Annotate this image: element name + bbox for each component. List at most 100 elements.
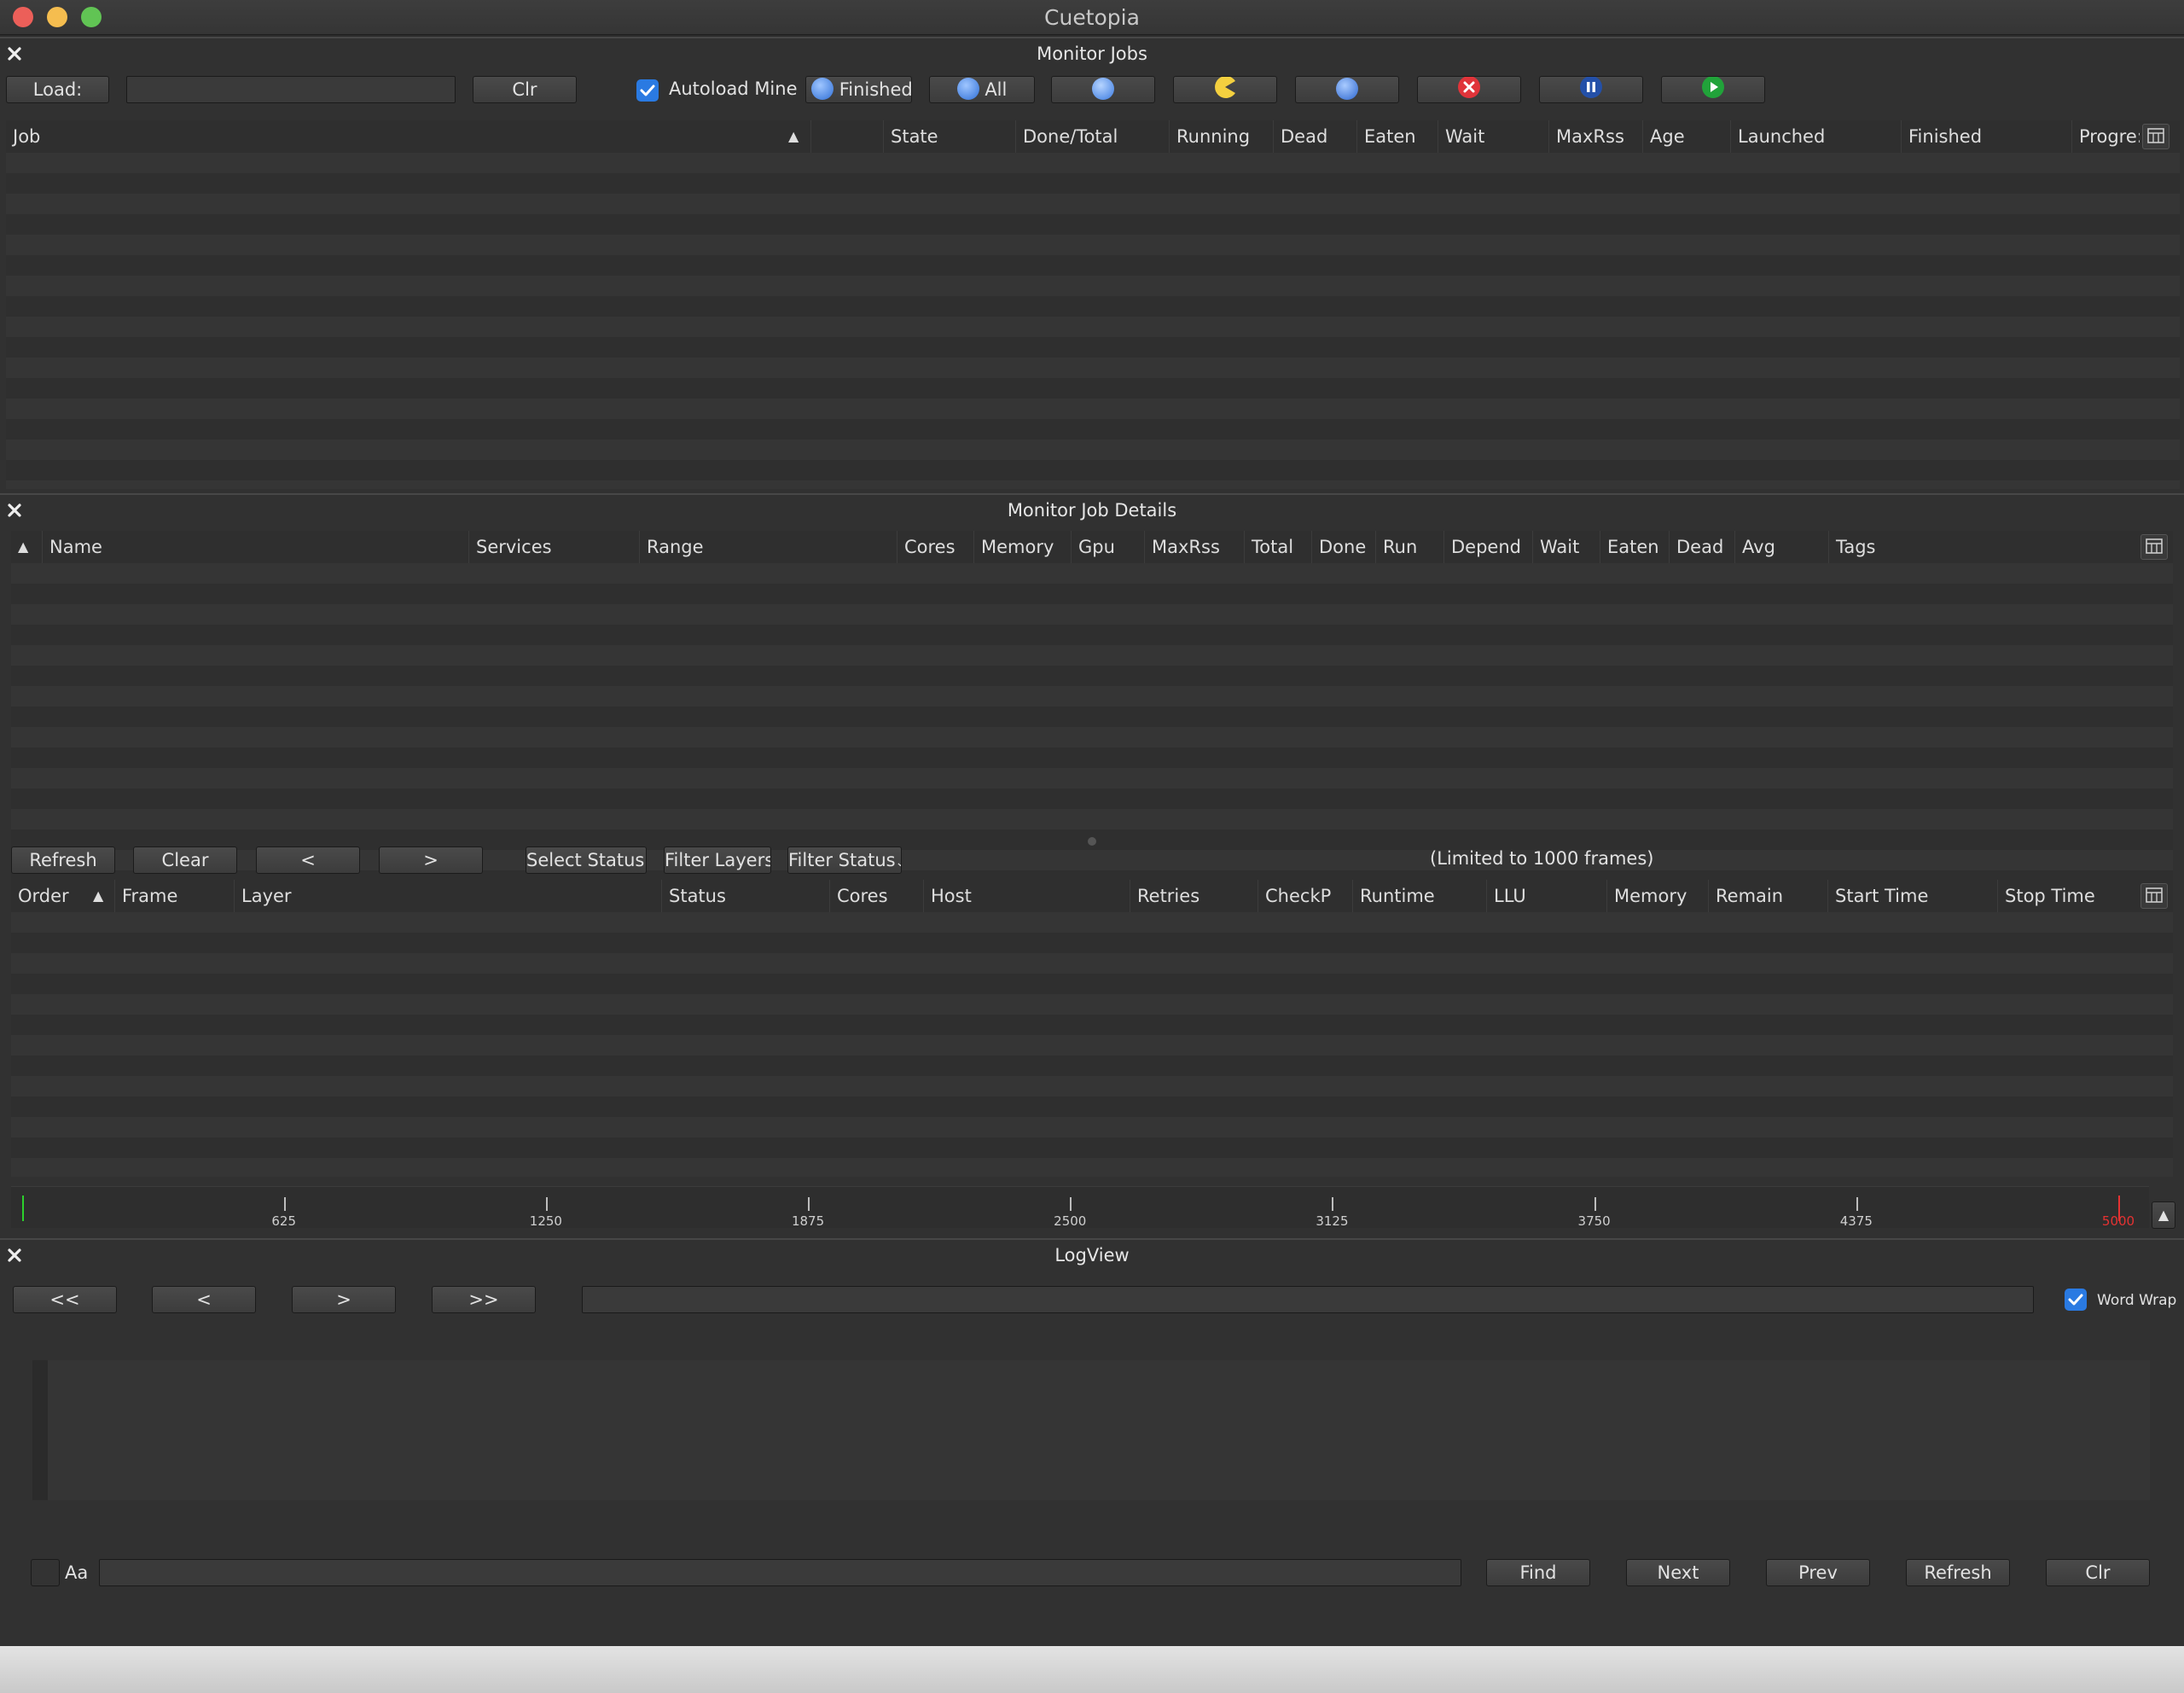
column-done-total[interactable]: Done/Total (1015, 120, 1169, 153)
timeline-tick (808, 1197, 810, 1211)
column-wait[interactable]: Wait (1438, 120, 1548, 153)
find-next-button[interactable]: Next (1626, 1559, 1730, 1586)
column-chooser-button[interactable] (2140, 534, 2168, 560)
column-host[interactable]: Host (923, 880, 1130, 912)
column-checkp[interactable]: CheckP (1258, 880, 1352, 912)
timeline-expand-button[interactable]: ▲ (2152, 1201, 2175, 1229)
column-remain[interactable]: Remain (1708, 880, 1827, 912)
word-wrap-label: Word Wrap (2097, 1292, 2177, 1309)
log-text-area[interactable] (32, 1360, 2150, 1500)
unmonitor-button[interactable] (1051, 76, 1155, 103)
autoload-mine-checkbox[interactable] (636, 79, 659, 102)
log-clear-button[interactable]: Clr (2046, 1559, 2150, 1586)
kill-job-button[interactable] (1417, 76, 1521, 103)
column-age[interactable]: Age (1642, 120, 1730, 153)
timeline-tick-label: 625 (271, 1213, 297, 1229)
next-page-button[interactable]: > (379, 846, 483, 874)
find-button[interactable]: Find (1486, 1559, 1590, 1586)
column-total[interactable]: Total (1244, 531, 1311, 563)
column-llu[interactable]: LLU (1486, 880, 1606, 912)
column-depend[interactable]: Depend (1443, 531, 1532, 563)
column-blank[interactable] (810, 120, 883, 153)
column-run[interactable]: Run (1375, 531, 1443, 563)
column-memory[interactable]: Memory (973, 531, 1071, 563)
clear-frames-button[interactable]: Clear (133, 846, 237, 874)
column-progress[interactable]: Progre: (2071, 120, 2140, 153)
column-chooser-button[interactable] (2140, 883, 2168, 909)
column-finished[interactable]: Finished (1901, 120, 2071, 153)
column-cores[interactable]: Cores (829, 880, 923, 912)
load-button[interactable]: Load: (6, 76, 109, 103)
job-details-dock: Monitor Job Details ▲ Name Services Rang… (0, 493, 2184, 1238)
all-button[interactable]: All (929, 76, 1035, 103)
column-name[interactable]: Name (42, 531, 468, 563)
splitter-handle[interactable] (1088, 837, 1096, 846)
refresh-frames-button[interactable]: Refresh (11, 846, 115, 874)
column-order[interactable]: Order ▲ (11, 880, 114, 912)
unpause-job-button[interactable] (1661, 76, 1765, 103)
column-eaten[interactable]: Eaten (1356, 120, 1438, 153)
sort-ascending-icon: ▲ (93, 887, 104, 904)
column-done[interactable]: Done (1311, 531, 1375, 563)
column-runtime[interactable]: Runtime (1352, 880, 1486, 912)
finished-button[interactable]: Finished (805, 76, 912, 103)
timeline-tick (1070, 1197, 1072, 1211)
dock-title: Monitor Job Details (1007, 500, 1177, 521)
column-avg[interactable]: Avg (1734, 531, 1828, 563)
log-refresh-button[interactable]: Refresh (1906, 1559, 2010, 1586)
column-maxrss[interactable]: MaxRss (1144, 531, 1244, 563)
log-first-button[interactable]: << (13, 1286, 117, 1313)
column-chooser-button[interactable] (2142, 124, 2169, 149)
case-sensitive-checkbox[interactable] (31, 1559, 60, 1586)
column-dead[interactable]: Dead (1273, 120, 1356, 153)
log-prev-button[interactable]: < (152, 1286, 256, 1313)
sort-ascending-icon: ▲ (18, 538, 29, 555)
column-dead[interactable]: Dead (1669, 531, 1734, 563)
column-job[interactable]: Job ▲ (6, 120, 810, 153)
column-frame[interactable]: Frame (114, 880, 234, 912)
word-wrap-checkbox[interactable] (2065, 1289, 2087, 1311)
column-retries[interactable]: Retries (1130, 880, 1258, 912)
column-running[interactable]: Running (1169, 120, 1273, 153)
clear-load-button[interactable]: Clr (473, 76, 577, 103)
timeline-tick-label: 3125 (1316, 1213, 1349, 1229)
column-state[interactable]: State (883, 120, 1015, 153)
column-status[interactable]: Status (661, 880, 829, 912)
eat-frames-button[interactable] (1173, 76, 1277, 103)
column-cores[interactable]: Cores (897, 531, 973, 563)
column-memory[interactable]: Memory (1606, 880, 1708, 912)
timeline-start-marker[interactable] (22, 1196, 24, 1221)
window-title: Cuetopia (1044, 5, 1140, 30)
column-layer[interactable]: Layer (234, 880, 661, 912)
log-last-button[interactable]: >> (432, 1286, 536, 1313)
log-next-button[interactable]: > (292, 1286, 396, 1313)
filter-status-dropdown[interactable]: Filter Status⌄ (787, 846, 902, 874)
monitor-jobs-dock: Monitor Jobs Load: Clr Autoload Mine Fin… (0, 37, 2184, 493)
column-tags[interactable]: Tags (1828, 531, 2135, 563)
column-services[interactable]: Services (468, 531, 639, 563)
column-launched[interactable]: Launched (1730, 120, 1901, 153)
frames-table-body[interactable] (11, 912, 2173, 1177)
prev-page-button[interactable]: < (256, 846, 360, 874)
load-input[interactable] (126, 76, 456, 103)
jobs-table-body[interactable] (6, 153, 2180, 489)
timeline-tick (545, 1197, 548, 1211)
find-prev-button[interactable]: Prev (1766, 1559, 1870, 1586)
status-bar (0, 1646, 2184, 1693)
column-range[interactable]: Range (639, 531, 897, 563)
column-maxrss[interactable]: MaxRss (1548, 120, 1642, 153)
column-wait[interactable]: Wait (1532, 531, 1600, 563)
log-search-input[interactable] (99, 1559, 1461, 1586)
column-start-time[interactable]: Start Time (1827, 880, 1997, 912)
pause-job-button[interactable] (1539, 76, 1643, 103)
column-eaten[interactable]: Eaten (1600, 531, 1669, 563)
frame-timeline[interactable]: 5000 625 1250 1875 2500 3125 3750 4375 (11, 1186, 2149, 1229)
filter-layers-button[interactable]: Filter Layers (664, 846, 771, 874)
eat-icon (1213, 77, 1237, 102)
column-stop-time[interactable]: Stop Time (1997, 880, 2135, 912)
timeline-tick (1856, 1197, 1858, 1211)
retry-frames-button[interactable] (1295, 76, 1399, 103)
log-path-input[interactable] (582, 1286, 2034, 1313)
column-gpu[interactable]: Gpu (1071, 531, 1144, 563)
select-status-dropdown[interactable]: Select Status⌄ (526, 846, 647, 874)
